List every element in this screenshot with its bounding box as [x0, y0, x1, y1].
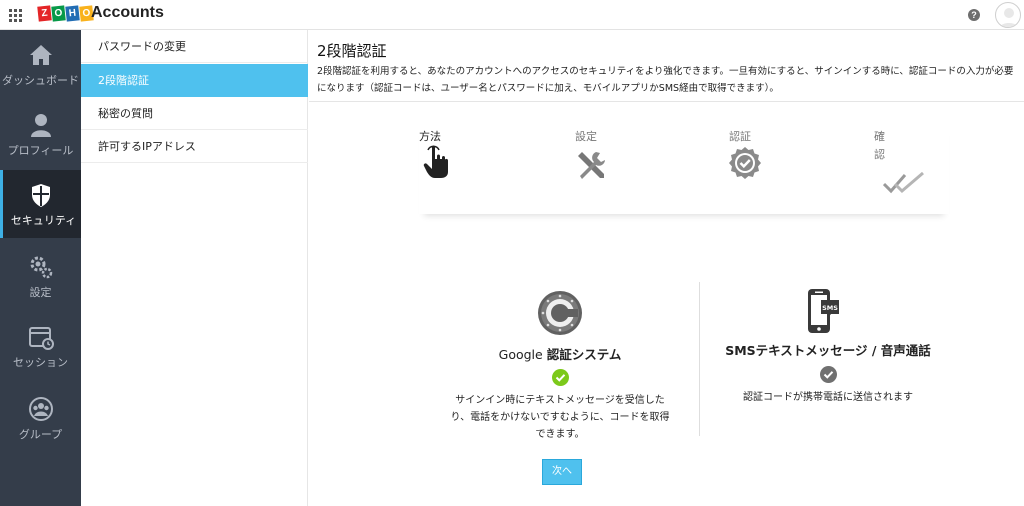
- nav-item-security[interactable]: セキュリティ: [0, 170, 81, 238]
- option-title-prefix: Google: [498, 347, 543, 362]
- step-setup: 設定: [575, 128, 635, 179]
- option-title-suffix: 認証システム: [546, 347, 622, 362]
- nav-item-label: セキュリティ: [10, 214, 77, 227]
- option-description: サインイン時にテキストメッセージを受信したり、電話をかけないですむように、コード…: [450, 395, 670, 440]
- apps-grid-icon[interactable]: [9, 9, 22, 22]
- step-method: 方法: [419, 128, 479, 178]
- double-check-icon: [883, 172, 924, 194]
- help-icon[interactable]: ?: [968, 9, 980, 21]
- tools-icon: [578, 152, 605, 179]
- group-icon: [29, 397, 53, 421]
- gears-icon: [30, 256, 53, 279]
- step-label: 方法: [419, 130, 441, 143]
- next-button[interactable]: 次へ: [542, 459, 582, 485]
- home-icon: [30, 45, 52, 65]
- step-confirm: 確認: [874, 128, 934, 194]
- logo-letter: O: [51, 5, 66, 22]
- svg-text:SMS: SMS: [822, 304, 838, 312]
- calendar-clock-icon: [29, 327, 54, 350]
- wizard-steps: 方法 設定 認証 確認: [419, 122, 949, 214]
- subnav-item-two-factor[interactable]: 2段階認証: [81, 64, 308, 97]
- selected-check-icon: [551, 369, 569, 386]
- nav-item-profile[interactable]: プロフィール: [0, 100, 81, 168]
- subnav-item-allowed-ip[interactable]: 許可するIPアドレス: [81, 130, 308, 163]
- step-verify: 認証: [729, 128, 789, 179]
- nav-item-dashboard[interactable]: ダッシュボード: [0, 30, 81, 98]
- nav-item-settings[interactable]: 設定: [0, 242, 81, 310]
- unselected-check-icon: [819, 366, 837, 383]
- zoho-logo[interactable]: Z O H O: [37, 5, 94, 22]
- shield-icon: [32, 184, 50, 207]
- pointer-hand-icon: [423, 145, 448, 178]
- logo-letter: H: [65, 5, 80, 22]
- left-nav: ダッシュボード プロフィール セキュリティ 設定 セッション グループ: [0, 30, 81, 506]
- security-subnav: パスワードの変更 2段階認証 秘密の質問 許可するIPアドレス: [81, 30, 308, 506]
- step-label: 認証: [729, 130, 751, 143]
- nav-item-label: プロフィール: [7, 144, 74, 157]
- option-sms-voice[interactable]: SMS SMSテキストメッセージ / 音声通話 認証コードが携帯電話に送信されま…: [713, 288, 943, 406]
- option-description: 認証コードが携帯電話に送信されます: [743, 392, 913, 403]
- nav-item-label: セッション: [13, 356, 68, 369]
- step-label: 確認: [874, 130, 885, 161]
- subnav-item-security-question[interactable]: 秘密の質問: [81, 97, 308, 130]
- badge-check-icon: [729, 147, 761, 179]
- option-title: Google 認証システム: [447, 344, 673, 363]
- nav-item-sessions[interactable]: セッション: [0, 312, 81, 380]
- subnav-item-change-password[interactable]: パスワードの変更: [81, 30, 308, 63]
- top-bar: Z O H O Accounts ?: [0, 0, 1024, 30]
- nav-item-label: 設定: [29, 286, 52, 299]
- divider: [309, 101, 1024, 102]
- nav-item-groups[interactable]: グループ: [0, 384, 81, 452]
- page-description: 2段階認証を利用すると、あなたのアカウントへのアクセスのセキュリティをより強化で…: [317, 66, 1014, 94]
- logo-letter: Z: [37, 5, 52, 22]
- nav-item-label: ダッシュボード: [2, 74, 79, 87]
- person-icon: [31, 114, 51, 137]
- avatar[interactable]: [995, 2, 1021, 28]
- step-label: 設定: [575, 130, 597, 143]
- option-title: SMSテキストメッセージ / 音声通話: [725, 343, 931, 358]
- page-title: 2段階認証: [317, 42, 387, 60]
- main-content: 2段階認証 2段階認証を利用すると、あなたのアカウントへのアクセスのセキュリティ…: [309, 30, 1024, 506]
- option-google-authenticator[interactable]: Google 認証システム サインイン時にテキストメッセージを受信したり、電話を…: [447, 290, 673, 443]
- option-divider: [699, 282, 700, 436]
- app-name: Accounts: [91, 4, 164, 21]
- google-authenticator-icon: [538, 291, 582, 335]
- nav-item-label: グループ: [18, 428, 63, 441]
- sms-phone-icon: SMS: [808, 289, 839, 333]
